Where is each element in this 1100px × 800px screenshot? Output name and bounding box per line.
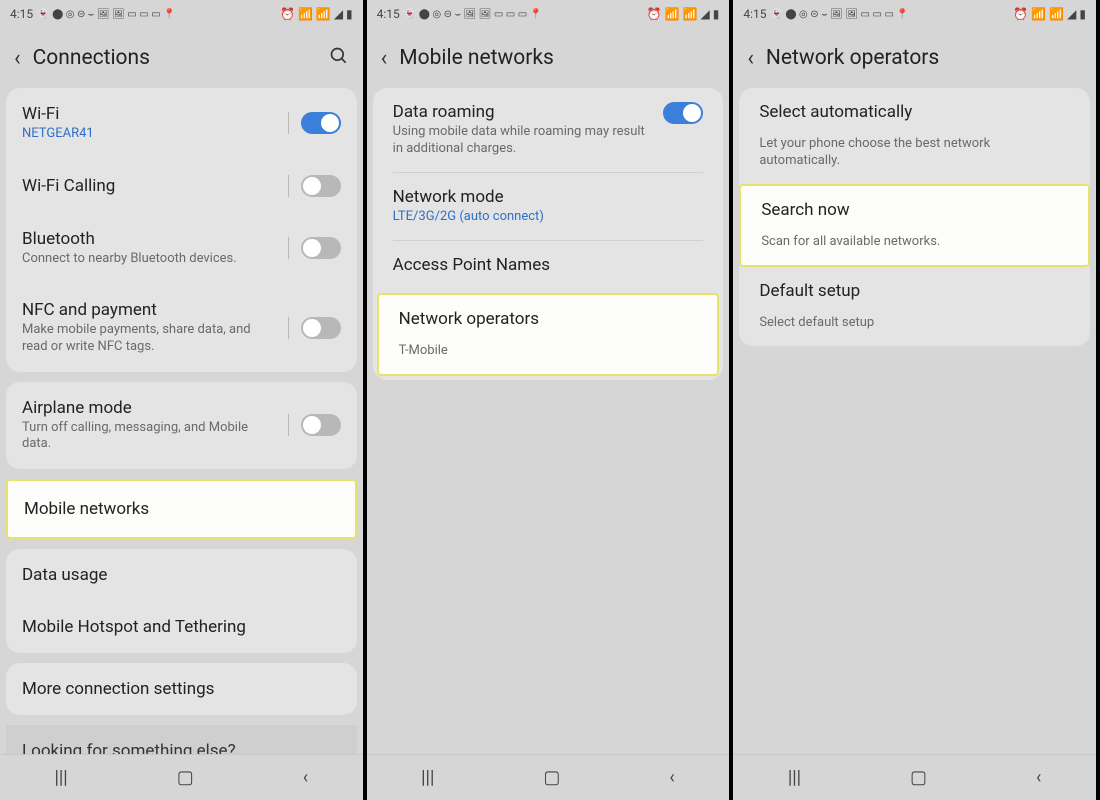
home-icon[interactable]: ▢ <box>910 767 927 788</box>
back-nav-icon[interactable]: ‹ <box>1036 767 1041 788</box>
recents-icon[interactable]: ||| <box>788 767 801 788</box>
settings-list: Select automatically Let your phone choo… <box>739 88 1090 346</box>
status-time: 4:15 <box>743 7 766 21</box>
screen-mobile-networks: 4:15 👻 ⬤ ◎ ⊝ ⌣ 🖼 🖼 ▭ ▭ ▭ 📍 ⏰ 📶 📶 ◢ ▮ ‹ M… <box>367 0 734 800</box>
status-notif-icons: 👻 ⬤ ◎ ⊝ ⌣ 🖼 🖼 ▭ ▭ ▭ 📍 <box>770 9 908 20</box>
row-network-operators[interactable]: Network operators T-Mobile <box>377 293 720 376</box>
back-nav-icon[interactable]: ‹ <box>669 767 674 788</box>
search-icon[interactable] <box>329 46 349 71</box>
group-more: More connection settings <box>6 663 357 715</box>
apn-title: Access Point Names <box>393 255 550 275</box>
row-search-now[interactable]: Search now Scan for all available networ… <box>739 184 1090 267</box>
mode-sub: LTE/3G/2G (auto connect) <box>393 209 704 226</box>
search-sub: Scan for all available networks. <box>761 234 940 251</box>
back-icon[interactable]: ‹ <box>381 46 388 71</box>
status-notif-icons: 👻 ⬤ ◎ ⊝ ⌣ 🖼 🖼 ▭ ▭ ▭ 📍 <box>404 9 542 20</box>
group-mobile-networks[interactable]: Mobile networks <box>6 479 357 539</box>
page-title: Network operators <box>766 46 1082 70</box>
nav-bar: ||| ▢ ‹ <box>0 754 363 800</box>
looking-title: Looking for something else? <box>22 741 341 754</box>
row-bluetooth[interactable]: Bluetooth Connect to nearby Bluetooth de… <box>6 213 357 284</box>
status-time: 4:15 <box>377 7 400 21</box>
airplane-sub: Turn off calling, messaging, and Mobile … <box>22 420 278 454</box>
row-data-usage[interactable]: Data usage <box>6 549 357 601</box>
status-system-icons: ⏰ 📶 📶 ◢ ▮ <box>1013 7 1086 21</box>
group-airplane: Airplane mode Turn off calling, messagin… <box>6 382 357 470</box>
wifi-calling-toggle[interactable] <box>301 175 341 197</box>
row-default-setup[interactable]: Default setup Select default setup <box>739 267 1090 346</box>
mobile-networks-title: Mobile networks <box>24 499 149 519</box>
row-wifi[interactable]: Wi-Fi NETGEAR41 <box>6 88 357 159</box>
auto-sub: Let your phone choose the best network a… <box>759 136 1070 170</box>
content-scroll[interactable]: Select automatically Let your phone choo… <box>733 88 1096 754</box>
status-bar: 4:15 👻 ⬤ ◎ ⊝ ⌣ 🖼 🖼 ▭ ▭ ▭ 📍 ⏰ 📶 📶 ◢ ▮ <box>0 0 363 28</box>
default-sub: Select default setup <box>759 315 874 332</box>
row-hotspot[interactable]: Mobile Hotspot and Tethering <box>6 601 357 653</box>
group-wireless: Wi-Fi NETGEAR41 Wi-Fi Calling Bluetooth … <box>6 88 357 372</box>
content-scroll[interactable]: Data roaming Using mobile data while roa… <box>367 88 730 754</box>
status-system-icons: ⏰ 📶 📶 ◢ ▮ <box>647 7 720 21</box>
screen-network-operators: 4:15 👻 ⬤ ◎ ⊝ ⌣ 🖼 🖼 ▭ ▭ ▭ 📍 ⏰ 📶 📶 ◢ ▮ ‹ N… <box>733 0 1100 800</box>
bluetooth-toggle[interactable] <box>301 237 341 259</box>
row-wifi-calling[interactable]: Wi-Fi Calling <box>6 159 357 213</box>
search-title: Search now <box>761 200 849 220</box>
row-select-auto[interactable]: Select automatically Let your phone choo… <box>739 88 1090 184</box>
operators-sub: T-Mobile <box>399 343 448 360</box>
bluetooth-sub: Connect to nearby Bluetooth devices. <box>22 251 278 268</box>
airplane-title: Airplane mode <box>22 398 278 418</box>
status-bar: 4:15 👻 ⬤ ◎ ⊝ ⌣ 🖼 🖼 ▭ ▭ ▭ 📍 ⏰ 📶 📶 ◢ ▮ <box>733 0 1096 28</box>
row-more-settings[interactable]: More connection settings <box>6 663 357 715</box>
title-bar: ‹ Connections <box>0 28 363 88</box>
recents-icon[interactable]: ||| <box>421 767 434 788</box>
nav-bar: ||| ▢ ‹ <box>367 754 730 800</box>
title-bar: ‹ Mobile networks <box>367 28 730 88</box>
nfc-toggle[interactable] <box>301 317 341 339</box>
roaming-toggle[interactable] <box>663 102 703 124</box>
nfc-sub: Make mobile payments, share data, and re… <box>22 322 278 356</box>
default-title: Default setup <box>759 281 860 301</box>
row-apn[interactable]: Access Point Names <box>373 241 724 289</box>
screen-connections: 4:15 👻 ⬤ ◎ ⊝ ⌣ 🖼 🖼 ▭ ▭ ▭ 📍 ⏰ 📶 📶 ◢ ▮ ‹ C… <box>0 0 367 800</box>
bluetooth-title: Bluetooth <box>22 229 278 249</box>
more-settings-title: More connection settings <box>22 679 214 699</box>
row-data-roaming[interactable]: Data roaming Using mobile data while roa… <box>373 88 724 172</box>
row-network-mode[interactable]: Network mode LTE/3G/2G (auto connect) <box>373 173 724 240</box>
row-nfc[interactable]: NFC and payment Make mobile payments, sh… <box>6 284 357 372</box>
row-airplane[interactable]: Airplane mode Turn off calling, messagin… <box>6 382 357 470</box>
back-nav-icon[interactable]: ‹ <box>303 767 308 788</box>
page-title: Connections <box>33 46 317 70</box>
auto-title: Select automatically <box>759 102 912 122</box>
wifi-calling-title: Wi-Fi Calling <box>22 176 278 196</box>
nfc-title: NFC and payment <box>22 300 278 320</box>
airplane-toggle[interactable] <box>301 414 341 436</box>
status-bar: 4:15 👻 ⬤ ◎ ⊝ ⌣ 🖼 🖼 ▭ ▭ ▭ 📍 ⏰ 📶 📶 ◢ ▮ <box>367 0 730 28</box>
wifi-toggle[interactable] <box>301 112 341 134</box>
roaming-sub: Using mobile data while roaming may resu… <box>393 124 652 158</box>
settings-list: Data roaming Using mobile data while roa… <box>373 88 724 380</box>
home-icon[interactable]: ▢ <box>543 767 560 788</box>
looking-section: Looking for something else? Samsung Clou… <box>6 725 357 754</box>
wifi-title: Wi-Fi <box>22 104 278 124</box>
roaming-title: Data roaming <box>393 102 652 122</box>
status-time: 4:15 <box>10 7 33 21</box>
home-icon[interactable]: ▢ <box>177 767 194 788</box>
page-title: Mobile networks <box>399 46 715 70</box>
title-bar: ‹ Network operators <box>733 28 1096 88</box>
group-data-rows: Data usage Mobile Hotspot and Tethering <box>6 549 357 653</box>
operators-title: Network operators <box>399 309 539 329</box>
content-scroll[interactable]: Wi-Fi NETGEAR41 Wi-Fi Calling Bluetooth … <box>0 88 363 754</box>
back-icon[interactable]: ‹ <box>747 46 754 71</box>
nav-bar: ||| ▢ ‹ <box>733 754 1096 800</box>
hotspot-title: Mobile Hotspot and Tethering <box>22 617 246 637</box>
status-system-icons: ⏰ 📶 📶 ◢ ▮ <box>280 7 353 21</box>
back-icon[interactable]: ‹ <box>14 46 21 71</box>
recents-icon[interactable]: ||| <box>55 767 68 788</box>
data-usage-title: Data usage <box>22 565 107 585</box>
mode-title: Network mode <box>393 187 704 207</box>
status-notif-icons: 👻 ⬤ ◎ ⊝ ⌣ 🖼 🖼 ▭ ▭ ▭ 📍 <box>37 9 175 20</box>
wifi-network: NETGEAR41 <box>22 126 278 143</box>
